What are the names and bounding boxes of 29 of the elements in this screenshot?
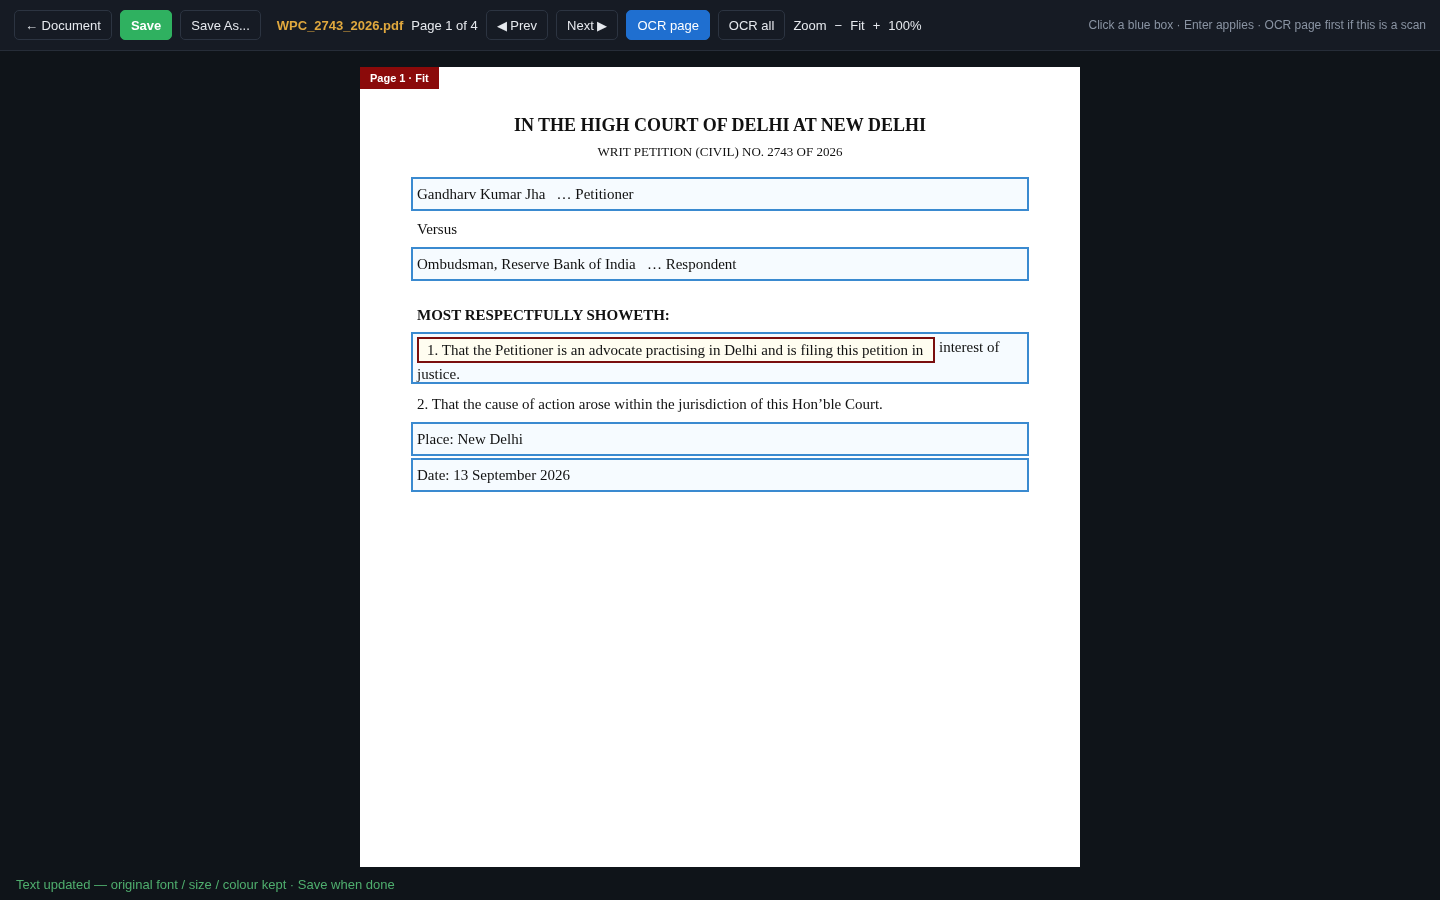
paragraph-fragment: interest of — [939, 339, 1000, 355]
toolbar-label: 100% — [888, 17, 922, 33]
hint-text: Click a blue box · Enter applies · OCR page first if this is a scan — [1088, 18, 1426, 32]
document-title: IN THE HIGH COURT OF DELHI AT NEW DELHI — [512, 115, 928, 136]
text-block[interactable]: Place: New Delhi — [411, 422, 1029, 456]
ocr-button[interactable]: OCR all — [717, 10, 786, 40]
ocr-button[interactable]: OCR page — [626, 10, 710, 40]
text-block[interactable]: Gandharv Kumar Jha … Petitioner — [411, 177, 1029, 211]
text-block[interactable]: 1. That the Petitioner is an advocate practising in Delhi and is filing this petition in interest of justice. — [411, 332, 1029, 384]
toolbar-button[interactable]: ← Document — [14, 10, 112, 40]
text-block[interactable]: Ombudsman, Reserve Bank of India … Respondent — [411, 247, 1029, 281]
paragraph-fragment: justice. — [417, 366, 460, 382]
status-message: Text updated — original font / size / colour kept · Save when done — [16, 877, 395, 892]
document-subtitle: WRIT PETITION (CIVIL) NO. 2743 OF 2026 — [596, 144, 844, 160]
file-name: WPC_2743_2026.pdf — [276, 17, 404, 33]
edit-field[interactable]: 1. That the Petitioner is an advocate practising in Delhi and is filing this petition in — [417, 337, 935, 363]
toolbar-label: Zoom — [793, 17, 827, 33]
toolbar-button[interactable]: Next ▶ — [556, 10, 619, 40]
toolbar-label: Page 1 of 4 — [411, 17, 478, 33]
toolbar-button[interactable]: Save As... — [180, 10, 261, 40]
zoom-control[interactable]: + — [872, 17, 881, 33]
section-heading: MOST RESPECTFULLY SHOWETH: — [416, 306, 671, 325]
toolbar-button[interactable]: ◀ Prev — [485, 10, 549, 40]
zoom-control[interactable]: Fit — [850, 17, 865, 33]
text-block[interactable]: Date: 13 September 2026 — [411, 458, 1029, 492]
text-line: 2. That the cause of action arose within the jurisdiction of this Hon’ble Court. — [416, 395, 884, 414]
text-line: Versus — [416, 220, 458, 239]
zoom-control[interactable]: − — [834, 17, 843, 33]
page-badge: Page 1 · Fit — [360, 67, 439, 89]
